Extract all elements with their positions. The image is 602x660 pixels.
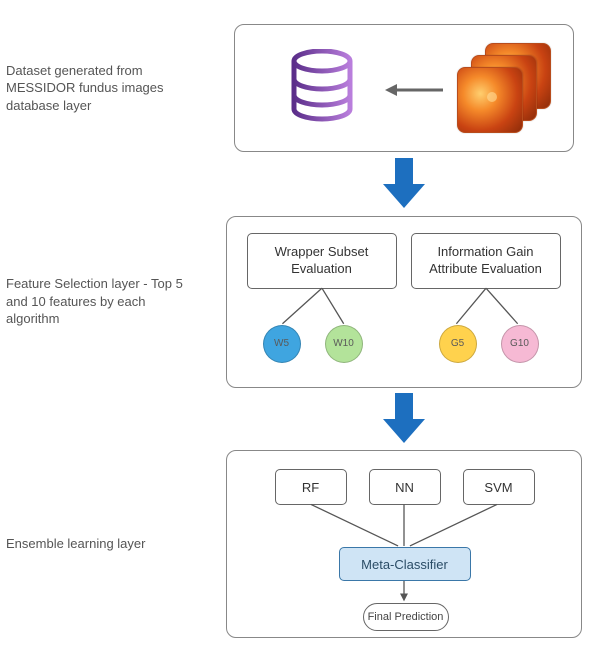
- classifier-rf: RF: [275, 469, 347, 505]
- ensemble-layer-row: Ensemble learning layer RF NN SVM Meta-C…: [0, 449, 602, 639]
- classifier-nn: NN: [369, 469, 441, 505]
- feature-layer-label: Feature Selection layer - Top 5 and 10 f…: [0, 275, 205, 328]
- feature-layer-panel: Wrapper Subset Evaluation Information Ga…: [226, 216, 582, 388]
- ensemble-layer-panel: RF NN SVM Meta-Classifier Final Predicti…: [226, 450, 582, 638]
- feature-g10-circle: G10: [501, 325, 539, 363]
- flow-arrow-icon: [205, 393, 602, 445]
- final-prediction-box: Final Prediction: [363, 603, 449, 631]
- infogain-method-box: Information Gain Attribute Evaluation: [411, 233, 561, 289]
- feature-layer-row: Feature Selection layer - Top 5 and 10 f…: [0, 214, 602, 389]
- flow-arrow-icon: [205, 158, 602, 210]
- feature-w10-circle: W10: [325, 325, 363, 363]
- arrow-left-icon: [383, 81, 445, 102]
- fundus-image-stack: [441, 43, 551, 133]
- data-layer-label: Dataset generated from MESSIDOR fundus i…: [0, 62, 205, 115]
- feature-w5-circle: W5: [263, 325, 301, 363]
- meta-classifier-box: Meta-Classifier: [339, 547, 471, 581]
- wrapper-method-box: Wrapper Subset Evaluation: [247, 233, 397, 289]
- feature-g5-circle: G5: [439, 325, 477, 363]
- database-icon: [287, 49, 357, 134]
- data-layer-panel: [234, 24, 574, 152]
- data-layer-row: Dataset generated from MESSIDOR fundus i…: [0, 22, 602, 154]
- fundus-image-icon: [457, 67, 523, 133]
- ensemble-layer-label: Ensemble learning layer: [0, 535, 205, 553]
- classifier-svm: SVM: [463, 469, 535, 505]
